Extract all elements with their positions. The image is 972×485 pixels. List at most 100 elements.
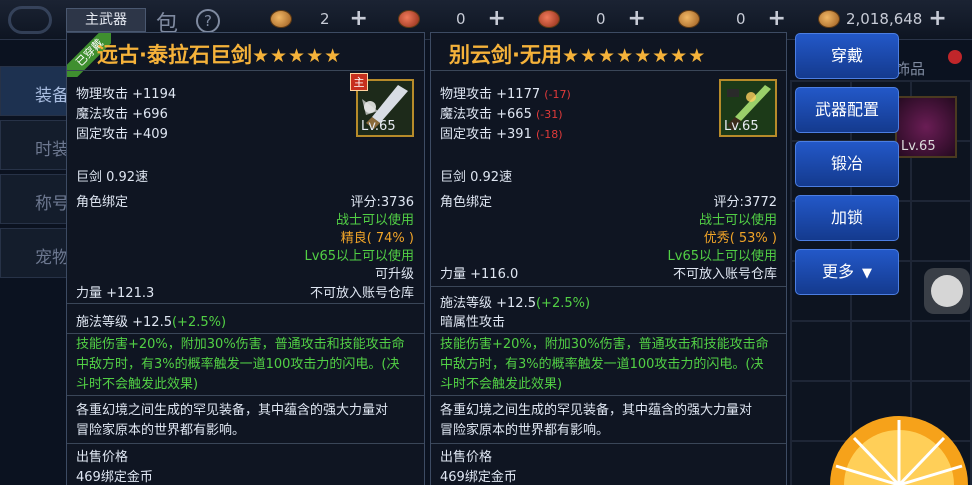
currency-gold: 2,018,648 + <box>818 8 947 30</box>
inventory-item-slot[interactable]: Lv.65 <box>895 96 957 158</box>
sell-price: 出售价格 469绑定金币 <box>440 448 517 485</box>
magic-attack: 魔法攻击 +696 <box>76 107 168 122</box>
divider <box>431 286 786 287</box>
class-requirement: 战士可以使用 <box>698 213 777 228</box>
stat-text: 魔法攻击 +665 <box>440 107 532 122</box>
fixed-attack: 固定攻击 +409 <box>76 127 168 142</box>
forge-button[interactable]: 锻冶 <box>795 141 899 187</box>
more-button[interactable]: 更多 ▼ <box>795 249 899 295</box>
cast-level: 施法等级 +12.5(+2.5%) <box>440 292 590 311</box>
currency-1: 2 + <box>270 8 368 30</box>
item-quality: 精良( 74% ) <box>340 231 414 246</box>
level-requirement: Lv65以上可以使用 <box>667 249 777 264</box>
level-requirement: Lv65以上可以使用 <box>304 249 414 264</box>
account-storage-note: 不可放入账号仓库 <box>309 286 414 301</box>
weapon-config-button[interactable]: 武器配置 <box>795 87 899 133</box>
currency-value: 2 <box>320 10 330 28</box>
divider <box>67 70 424 71</box>
item-icon: 主 Lv.65 <box>350 73 414 137</box>
orange-fan-icon <box>830 416 968 485</box>
tab-title[interactable]: 称号 <box>0 174 70 224</box>
weapon-type: 巨剑 0.92速 <box>76 170 149 185</box>
item-name-text: 远古·泰拉石巨剑 <box>97 43 252 67</box>
lore-line: 各重幻境之间生成的罕见装备，其中蕴含的强大力量对 <box>440 403 753 418</box>
element-attack: 暗属性攻击 <box>440 315 506 330</box>
tab-fashion[interactable]: 时装 <box>0 120 70 170</box>
floating-assist-button[interactable] <box>924 268 970 314</box>
stat-diff: (-18) <box>535 128 563 141</box>
add-currency-button[interactable]: + <box>928 8 946 30</box>
skill-effect-line: 技能伤害+20%，附加30%伤害，普通攻击和技能攻击命 <box>76 337 405 352</box>
physical-attack: 物理攻击 +1194 <box>76 87 177 102</box>
divider <box>67 303 424 304</box>
tab-pet[interactable]: 宠物 <box>0 228 70 278</box>
star-rating: ★★★★★ <box>251 45 343 67</box>
sell-price-label: 出售价格 <box>76 450 129 465</box>
lore-line: 各重幻境之间生成的罕见装备，其中蕴含的强大力量对 <box>76 403 389 418</box>
stat-diff: (-17) <box>544 88 571 101</box>
sell-price-value: 469绑定金币 <box>76 470 153 485</box>
skill-effect-line: 中敌方时，有3%的概率触发一道100攻击力的闪电。(决 <box>440 357 764 372</box>
stat-diff: (-31) <box>535 108 563 121</box>
item-icon: Lv.65 <box>719 79 777 137</box>
tab-equipment[interactable]: 装备 <box>0 66 70 116</box>
sell-price: 出售价格 469绑定金币 <box>76 448 153 485</box>
cast-level: 施法等级 +12.5(+2.5%) <box>76 311 226 330</box>
add-currency-button[interactable]: + <box>768 8 786 30</box>
equipped-item-tooltip: 已穿戴 远古·泰拉石巨剑★★★★★ 物理攻击 +1194 魔法攻击 +696 固… <box>66 32 425 485</box>
divider <box>431 333 786 334</box>
cast-level-text: 施法等级 +12.5 <box>440 296 536 311</box>
currency-value: 0 <box>596 10 606 28</box>
magic-attack: 魔法攻击 +665 (-31) <box>440 105 571 125</box>
item-quality: 优秀( 53% ) <box>703 231 777 246</box>
cast-level-bonus: (+2.5%) <box>535 296 591 311</box>
sell-price-label: 出售价格 <box>440 450 493 465</box>
class-requirement: 战士可以使用 <box>335 213 414 228</box>
coin-icon <box>270 10 292 28</box>
physical-attack: 物理攻击 +1177 (-17) <box>440 85 571 105</box>
divider <box>67 443 424 444</box>
main-weapon-tab: 主武器 <box>66 8 146 32</box>
action-buttons: 穿戴 武器配置 锻冶 加锁 更多 ▼ <box>795 33 899 303</box>
skill-effect-line: 技能伤害+20%，附加30%伤害，普通攻击和技能攻击命 <box>440 337 769 352</box>
lore-line: 冒险家原本的世界都有影响。 <box>76 423 246 438</box>
more-label: 更多 <box>821 262 854 281</box>
accessory-tab[interactable]: 饰品 <box>895 58 925 79</box>
item-name: 远古·泰拉石巨剑★★★★★ <box>97 39 342 69</box>
help-icon[interactable]: ? <box>196 9 220 33</box>
currency-value: 0 <box>456 10 466 28</box>
item-level: Lv.65 <box>901 139 936 154</box>
item-name-text: 别云剑·无用 <box>449 43 562 67</box>
currency-3: 0 + <box>538 8 646 30</box>
item-score: 评分:3772 <box>713 195 777 210</box>
item-lore: 各重幻境之间生成的罕见装备，其中蕴含的强大力量对 冒险家原本的世界都有影响。 <box>440 401 752 441</box>
main-weapon-badge: 主 <box>350 73 368 91</box>
game-logo <box>8 6 52 34</box>
bind-type: 角色绑定 <box>76 195 129 210</box>
divider <box>431 395 786 396</box>
lore-line: 冒险家原本的世界都有影响。 <box>440 423 610 438</box>
lock-button[interactable]: 加锁 <box>795 195 899 241</box>
account-storage-note: 不可放入账号仓库 <box>672 267 777 282</box>
skill-effect-line: 斗时不会触发此效果) <box>76 377 199 392</box>
coin-icon <box>678 10 700 28</box>
star-rating: ★★★★★★★★ <box>561 45 707 67</box>
wear-button[interactable]: 穿戴 <box>795 33 899 79</box>
currency-4: 0 + <box>678 8 786 30</box>
gold-coin-icon <box>818 10 840 28</box>
divider <box>431 70 786 71</box>
skill-effect: 技能伤害+20%，附加30%伤害，普通攻击和技能攻击命 中敌方时，有3%的概率触… <box>76 335 405 395</box>
left-nav: 装备 时装 称号 宠物 <box>0 66 70 282</box>
attack-stats: 物理攻击 +1177 (-17) 魔法攻击 +665 (-31) 固定攻击 +3… <box>440 85 571 145</box>
currency-value: 0 <box>736 10 746 28</box>
notification-dot <box>948 50 962 64</box>
add-currency-button[interactable]: + <box>350 8 368 30</box>
add-currency-button[interactable]: + <box>628 8 646 30</box>
ticket-icon <box>398 10 420 28</box>
cast-level-text: 施法等级 +12.5 <box>76 315 172 330</box>
divider <box>67 395 424 396</box>
stat-text: 固定攻击 +391 <box>440 127 532 142</box>
cast-level-bonus: (+2.5%) <box>171 315 227 330</box>
upgradable: 可升级 <box>374 267 414 282</box>
add-currency-button[interactable]: + <box>488 8 506 30</box>
